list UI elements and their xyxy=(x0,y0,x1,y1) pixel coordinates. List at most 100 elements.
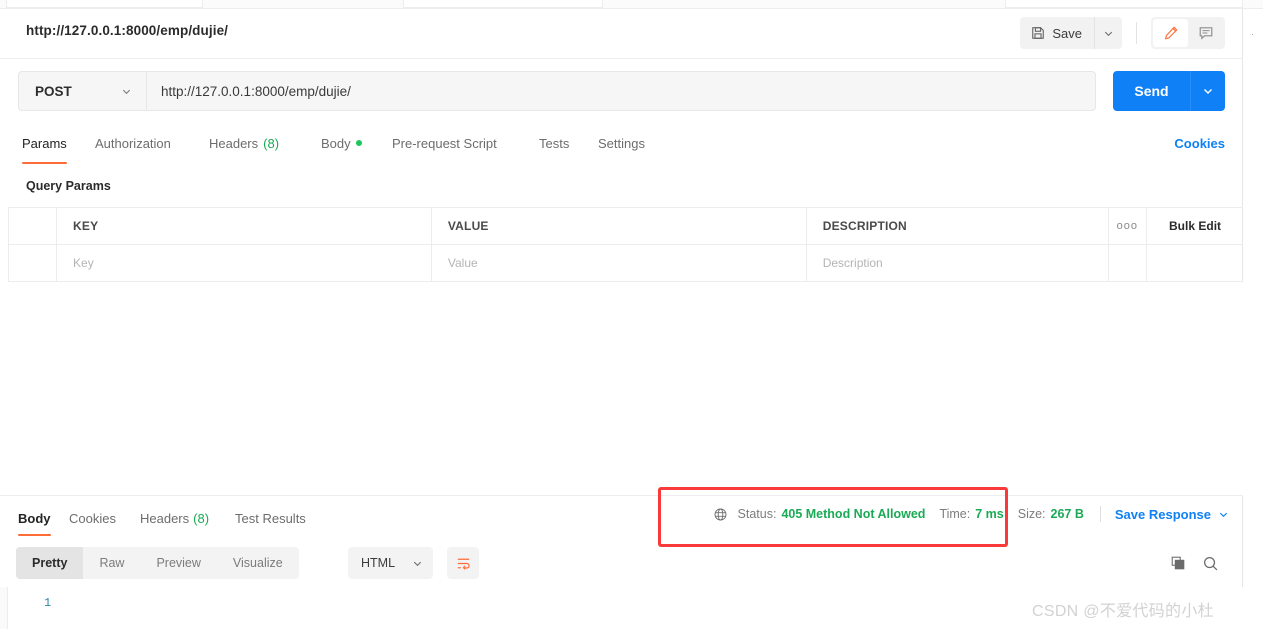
table-row: Key Value Description xyxy=(9,245,1243,282)
response-tab-headers[interactable]: Headers (8) xyxy=(140,504,209,532)
edit-button[interactable] xyxy=(1153,19,1188,47)
chevron-down-icon xyxy=(1202,85,1214,97)
param-value-input[interactable]: Value xyxy=(431,245,807,282)
left-gutter xyxy=(0,587,8,629)
select-all-checkbox-cell[interactable] xyxy=(9,208,58,245)
postman-window: http://127.0.0.1:8000/emp/dujie/ Save PO… xyxy=(0,0,1263,629)
send-dropdown-button[interactable] xyxy=(1191,71,1225,111)
chevron-down-icon xyxy=(1218,509,1229,520)
cookies-link[interactable]: Cookies xyxy=(1174,127,1225,159)
bulk-edit-button[interactable]: Bulk Edit xyxy=(1147,208,1243,245)
send-button-group: Send xyxy=(1113,71,1225,111)
tab-params-label: Params xyxy=(22,135,67,151)
save-button-group: Save xyxy=(1020,17,1122,49)
url-bar: POST http://127.0.0.1:8000/emp/dujie/ Se… xyxy=(18,71,1225,111)
save-button[interactable]: Save xyxy=(1020,17,1095,49)
size-value: 267 B xyxy=(1050,507,1084,521)
request-header-bar: http://127.0.0.1:8000/emp/dujie/ Save xyxy=(0,9,1243,59)
response-tab-cookies[interactable]: Cookies xyxy=(69,504,116,532)
tab-settings[interactable]: Settings xyxy=(598,127,645,159)
status-label: Status: xyxy=(737,507,777,521)
response-tab-test-results-label: Test Results xyxy=(235,510,306,526)
response-meta-bar: Status: 405 Method Not Allowed Time: 7 m… xyxy=(713,506,1229,522)
meta-divider xyxy=(1099,506,1101,522)
comment-icon xyxy=(1198,25,1214,41)
url-input[interactable]: http://127.0.0.1:8000/emp/dujie/ xyxy=(146,71,1096,111)
chevron-down-icon xyxy=(121,86,132,97)
view-mode-pretty[interactable]: Pretty xyxy=(16,547,84,579)
status-value: 405 Method Not Allowed xyxy=(781,507,926,521)
tab-settings-label: Settings xyxy=(598,135,645,151)
column-header-key: KEY xyxy=(57,208,432,245)
background-tab-1[interactable] xyxy=(6,0,203,8)
watermark: CSDN @不爱代码的小杜 xyxy=(1032,603,1214,620)
tab-headers-count: (8) xyxy=(263,135,280,151)
globe-icon xyxy=(713,507,728,522)
request-response-panel: http://127.0.0.1:8000/emp/dujie/ Save PO… xyxy=(0,9,1243,629)
page-title: http://127.0.0.1:8000/emp/dujie/ xyxy=(26,23,229,38)
header-divider xyxy=(1136,22,1137,44)
tab-params[interactable]: Params xyxy=(22,127,67,164)
word-wrap-button[interactable] xyxy=(447,547,479,579)
response-tab-headers-label: Headers xyxy=(140,510,190,526)
save-button-label: Save xyxy=(1052,25,1082,41)
query-params-table: KEY VALUE DESCRIPTION ooo Bulk Edit Key … xyxy=(8,207,1243,282)
table-options-button[interactable]: ooo xyxy=(1108,208,1148,245)
time-label: Time: xyxy=(939,507,971,521)
copy-icon xyxy=(1170,555,1186,571)
row-checkbox-cell[interactable] xyxy=(9,245,58,282)
response-tab-body[interactable]: Body xyxy=(18,504,51,536)
line-number: 1 xyxy=(44,596,52,610)
search-icon xyxy=(1202,555,1219,572)
tab-authorization-label: Authorization xyxy=(95,135,171,151)
background-tab-2[interactable] xyxy=(403,0,603,8)
response-tab-test-results[interactable]: Test Results xyxy=(235,504,306,532)
send-button[interactable]: Send xyxy=(1113,71,1191,111)
view-mode-preview[interactable]: Preview xyxy=(140,547,216,579)
bulk-edit-label: Bulk Edit xyxy=(1169,219,1222,233)
header-actions: Save xyxy=(1020,17,1225,49)
view-mode-visualize[interactable]: Visualize xyxy=(217,547,299,579)
column-header-value: VALUE xyxy=(431,208,807,245)
response-tab-cookies-label: Cookies xyxy=(69,510,116,526)
tab-pre-request-script[interactable]: Pre-request Script xyxy=(392,127,497,159)
save-response-button[interactable]: Save Response xyxy=(1115,507,1229,522)
tab-headers[interactable]: Headers (8) xyxy=(209,127,279,159)
tab-pre-request-script-label: Pre-request Script xyxy=(392,135,497,151)
time-badge: Time: 7 ms xyxy=(939,507,1003,521)
comment-button[interactable] xyxy=(1188,19,1223,47)
save-response-label: Save Response xyxy=(1114,506,1211,522)
size-label: Size: xyxy=(1017,507,1046,521)
more-options-icon: ooo xyxy=(1116,220,1139,232)
param-description-input[interactable]: Description xyxy=(806,245,1109,282)
chevron-down-icon xyxy=(1103,28,1114,39)
response-view-mode-group: Pretty Raw Preview Visualize xyxy=(16,547,299,579)
request-tabs: Params Authorization Headers (8) Body Pr… xyxy=(0,127,1243,164)
body-modified-dot-icon xyxy=(355,140,362,146)
save-dropdown-button[interactable] xyxy=(1095,17,1122,49)
view-mode-raw[interactable]: Raw xyxy=(83,547,140,579)
response-tab-body-label: Body xyxy=(18,510,51,526)
tab-tests[interactable]: Tests xyxy=(539,127,569,159)
param-key-input[interactable]: Key xyxy=(57,245,432,282)
size-badge: Size: 267 B xyxy=(1018,507,1084,521)
status-badge: Status: 405 Method Not Allowed xyxy=(738,507,926,521)
table-header-row: KEY VALUE DESCRIPTION ooo Bulk Edit xyxy=(9,208,1243,245)
search-button[interactable] xyxy=(1202,555,1219,572)
http-method-select[interactable]: POST xyxy=(18,71,146,111)
response-tab-headers-count: (8) xyxy=(193,510,210,526)
response-format-label: HTML xyxy=(361,556,396,570)
response-format-select[interactable]: HTML xyxy=(348,547,433,579)
rail-indicator-icon: · xyxy=(1251,29,1254,39)
response-header-bar: Body Cookies Headers (8) Test Results St… xyxy=(0,496,1243,540)
background-tab-3[interactable] xyxy=(1005,0,1243,8)
response-right-icons xyxy=(1170,547,1219,579)
copy-button[interactable] xyxy=(1170,555,1186,571)
tab-strip xyxy=(0,0,1263,9)
tab-body[interactable]: Body xyxy=(321,127,362,159)
right-sidebar-rail: · xyxy=(1243,9,1263,629)
tab-authorization[interactable]: Authorization xyxy=(95,127,171,159)
url-input-value: http://127.0.0.1:8000/emp/dujie/ xyxy=(161,83,351,99)
response-toolbar: Pretty Raw Preview Visualize HTML xyxy=(0,541,1243,587)
row-options-cell[interactable] xyxy=(1108,245,1148,282)
